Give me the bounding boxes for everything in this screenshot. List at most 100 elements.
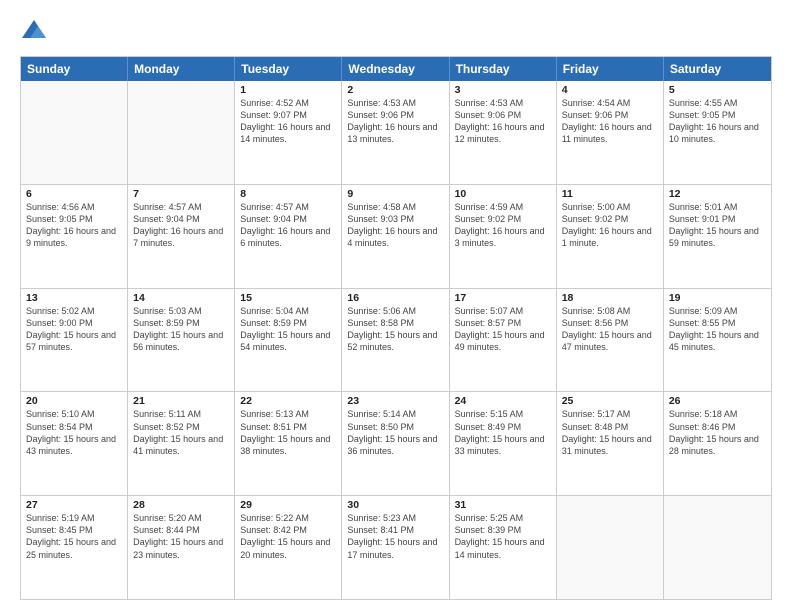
cell-date: 6 [26, 188, 122, 200]
cell-date: 29 [240, 499, 336, 511]
calendar-cell-4-1: 28Sunrise: 5:20 AMSunset: 8:44 PMDayligh… [128, 496, 235, 599]
header-day-wednesday: Wednesday [342, 57, 449, 81]
calendar-cell-1-5: 11Sunrise: 5:00 AMSunset: 9:02 PMDayligh… [557, 185, 664, 288]
cell-info: Sunrise: 4:56 AMSunset: 9:05 PMDaylight:… [26, 201, 122, 250]
cell-date: 5 [669, 84, 766, 96]
cell-date: 28 [133, 499, 229, 511]
header-day-saturday: Saturday [664, 57, 771, 81]
cell-date: 4 [562, 84, 658, 96]
cell-date: 18 [562, 292, 658, 304]
header-day-friday: Friday [557, 57, 664, 81]
header-day-sunday: Sunday [21, 57, 128, 81]
cell-info: Sunrise: 5:02 AMSunset: 9:00 PMDaylight:… [26, 305, 122, 354]
calendar-cell-2-0: 13Sunrise: 5:02 AMSunset: 9:00 PMDayligh… [21, 289, 128, 392]
calendar-cell-0-5: 4Sunrise: 4:54 AMSunset: 9:06 PMDaylight… [557, 81, 664, 184]
cell-date: 26 [669, 395, 766, 407]
calendar-cell-1-3: 9Sunrise: 4:58 AMSunset: 9:03 PMDaylight… [342, 185, 449, 288]
cell-info: Sunrise: 5:11 AMSunset: 8:52 PMDaylight:… [133, 408, 229, 457]
cell-info: Sunrise: 5:19 AMSunset: 8:45 PMDaylight:… [26, 512, 122, 561]
calendar-cell-3-2: 22Sunrise: 5:13 AMSunset: 8:51 PMDayligh… [235, 392, 342, 495]
calendar-row-1: 6Sunrise: 4:56 AMSunset: 9:05 PMDaylight… [21, 185, 771, 289]
header [20, 18, 772, 46]
cell-info: Sunrise: 5:10 AMSunset: 8:54 PMDaylight:… [26, 408, 122, 457]
calendar-cell-4-2: 29Sunrise: 5:22 AMSunset: 8:42 PMDayligh… [235, 496, 342, 599]
cell-info: Sunrise: 4:54 AMSunset: 9:06 PMDaylight:… [562, 97, 658, 146]
calendar-cell-0-3: 2Sunrise: 4:53 AMSunset: 9:06 PMDaylight… [342, 81, 449, 184]
logo-icon [20, 18, 48, 46]
calendar-cell-2-1: 14Sunrise: 5:03 AMSunset: 8:59 PMDayligh… [128, 289, 235, 392]
calendar-cell-4-0: 27Sunrise: 5:19 AMSunset: 8:45 PMDayligh… [21, 496, 128, 599]
cell-info: Sunrise: 5:18 AMSunset: 8:46 PMDaylight:… [669, 408, 766, 457]
cell-info: Sunrise: 5:08 AMSunset: 8:56 PMDaylight:… [562, 305, 658, 354]
calendar-cell-0-0 [21, 81, 128, 184]
calendar-cell-1-1: 7Sunrise: 4:57 AMSunset: 9:04 PMDaylight… [128, 185, 235, 288]
calendar-header: SundayMondayTuesdayWednesdayThursdayFrid… [21, 57, 771, 81]
cell-date: 21 [133, 395, 229, 407]
calendar-cell-0-4: 3Sunrise: 4:53 AMSunset: 9:06 PMDaylight… [450, 81, 557, 184]
cell-date: 2 [347, 84, 443, 96]
calendar-cell-2-2: 15Sunrise: 5:04 AMSunset: 8:59 PMDayligh… [235, 289, 342, 392]
cell-date: 7 [133, 188, 229, 200]
calendar-cell-0-2: 1Sunrise: 4:52 AMSunset: 9:07 PMDaylight… [235, 81, 342, 184]
cell-date: 24 [455, 395, 551, 407]
cell-date: 17 [455, 292, 551, 304]
header-day-monday: Monday [128, 57, 235, 81]
cell-date: 19 [669, 292, 766, 304]
cell-info: Sunrise: 4:53 AMSunset: 9:06 PMDaylight:… [455, 97, 551, 146]
calendar-cell-2-3: 16Sunrise: 5:06 AMSunset: 8:58 PMDayligh… [342, 289, 449, 392]
calendar-body: 1Sunrise: 4:52 AMSunset: 9:07 PMDaylight… [21, 81, 771, 599]
cell-info: Sunrise: 5:13 AMSunset: 8:51 PMDaylight:… [240, 408, 336, 457]
cell-info: Sunrise: 4:57 AMSunset: 9:04 PMDaylight:… [240, 201, 336, 250]
cell-info: Sunrise: 4:57 AMSunset: 9:04 PMDaylight:… [133, 201, 229, 250]
calendar-row-2: 13Sunrise: 5:02 AMSunset: 9:00 PMDayligh… [21, 289, 771, 393]
calendar-cell-1-6: 12Sunrise: 5:01 AMSunset: 9:01 PMDayligh… [664, 185, 771, 288]
cell-info: Sunrise: 5:09 AMSunset: 8:55 PMDaylight:… [669, 305, 766, 354]
calendar-cell-4-4: 31Sunrise: 5:25 AMSunset: 8:39 PMDayligh… [450, 496, 557, 599]
cell-info: Sunrise: 4:52 AMSunset: 9:07 PMDaylight:… [240, 97, 336, 146]
calendar-cell-3-5: 25Sunrise: 5:17 AMSunset: 8:48 PMDayligh… [557, 392, 664, 495]
logo [20, 18, 52, 46]
calendar-cell-3-1: 21Sunrise: 5:11 AMSunset: 8:52 PMDayligh… [128, 392, 235, 495]
page: SundayMondayTuesdayWednesdayThursdayFrid… [0, 0, 792, 612]
header-day-tuesday: Tuesday [235, 57, 342, 81]
cell-date: 25 [562, 395, 658, 407]
cell-info: Sunrise: 5:15 AMSunset: 8:49 PMDaylight:… [455, 408, 551, 457]
cell-info: Sunrise: 5:23 AMSunset: 8:41 PMDaylight:… [347, 512, 443, 561]
cell-date: 31 [455, 499, 551, 511]
calendar-cell-0-1 [128, 81, 235, 184]
cell-info: Sunrise: 5:01 AMSunset: 9:01 PMDaylight:… [669, 201, 766, 250]
calendar-row-0: 1Sunrise: 4:52 AMSunset: 9:07 PMDaylight… [21, 81, 771, 185]
cell-info: Sunrise: 5:00 AMSunset: 9:02 PMDaylight:… [562, 201, 658, 250]
cell-date: 30 [347, 499, 443, 511]
cell-date: 3 [455, 84, 551, 96]
cell-date: 8 [240, 188, 336, 200]
calendar-cell-2-4: 17Sunrise: 5:07 AMSunset: 8:57 PMDayligh… [450, 289, 557, 392]
calendar-cell-1-4: 10Sunrise: 4:59 AMSunset: 9:02 PMDayligh… [450, 185, 557, 288]
cell-date: 12 [669, 188, 766, 200]
calendar-cell-3-0: 20Sunrise: 5:10 AMSunset: 8:54 PMDayligh… [21, 392, 128, 495]
cell-info: Sunrise: 4:53 AMSunset: 9:06 PMDaylight:… [347, 97, 443, 146]
cell-date: 20 [26, 395, 122, 407]
cell-info: Sunrise: 4:55 AMSunset: 9:05 PMDaylight:… [669, 97, 766, 146]
calendar-cell-3-3: 23Sunrise: 5:14 AMSunset: 8:50 PMDayligh… [342, 392, 449, 495]
calendar: SundayMondayTuesdayWednesdayThursdayFrid… [20, 56, 772, 600]
calendar-cell-3-6: 26Sunrise: 5:18 AMSunset: 8:46 PMDayligh… [664, 392, 771, 495]
cell-date: 27 [26, 499, 122, 511]
cell-date: 13 [26, 292, 122, 304]
cell-date: 15 [240, 292, 336, 304]
cell-info: Sunrise: 5:20 AMSunset: 8:44 PMDaylight:… [133, 512, 229, 561]
cell-info: Sunrise: 4:58 AMSunset: 9:03 PMDaylight:… [347, 201, 443, 250]
cell-date: 23 [347, 395, 443, 407]
cell-info: Sunrise: 5:04 AMSunset: 8:59 PMDaylight:… [240, 305, 336, 354]
calendar-cell-4-6 [664, 496, 771, 599]
calendar-cell-0-6: 5Sunrise: 4:55 AMSunset: 9:05 PMDaylight… [664, 81, 771, 184]
calendar-cell-2-6: 19Sunrise: 5:09 AMSunset: 8:55 PMDayligh… [664, 289, 771, 392]
calendar-row-3: 20Sunrise: 5:10 AMSunset: 8:54 PMDayligh… [21, 392, 771, 496]
calendar-cell-1-2: 8Sunrise: 4:57 AMSunset: 9:04 PMDaylight… [235, 185, 342, 288]
header-day-thursday: Thursday [450, 57, 557, 81]
cell-info: Sunrise: 5:07 AMSunset: 8:57 PMDaylight:… [455, 305, 551, 354]
cell-info: Sunrise: 5:25 AMSunset: 8:39 PMDaylight:… [455, 512, 551, 561]
calendar-cell-2-5: 18Sunrise: 5:08 AMSunset: 8:56 PMDayligh… [557, 289, 664, 392]
cell-info: Sunrise: 4:59 AMSunset: 9:02 PMDaylight:… [455, 201, 551, 250]
cell-info: Sunrise: 5:03 AMSunset: 8:59 PMDaylight:… [133, 305, 229, 354]
